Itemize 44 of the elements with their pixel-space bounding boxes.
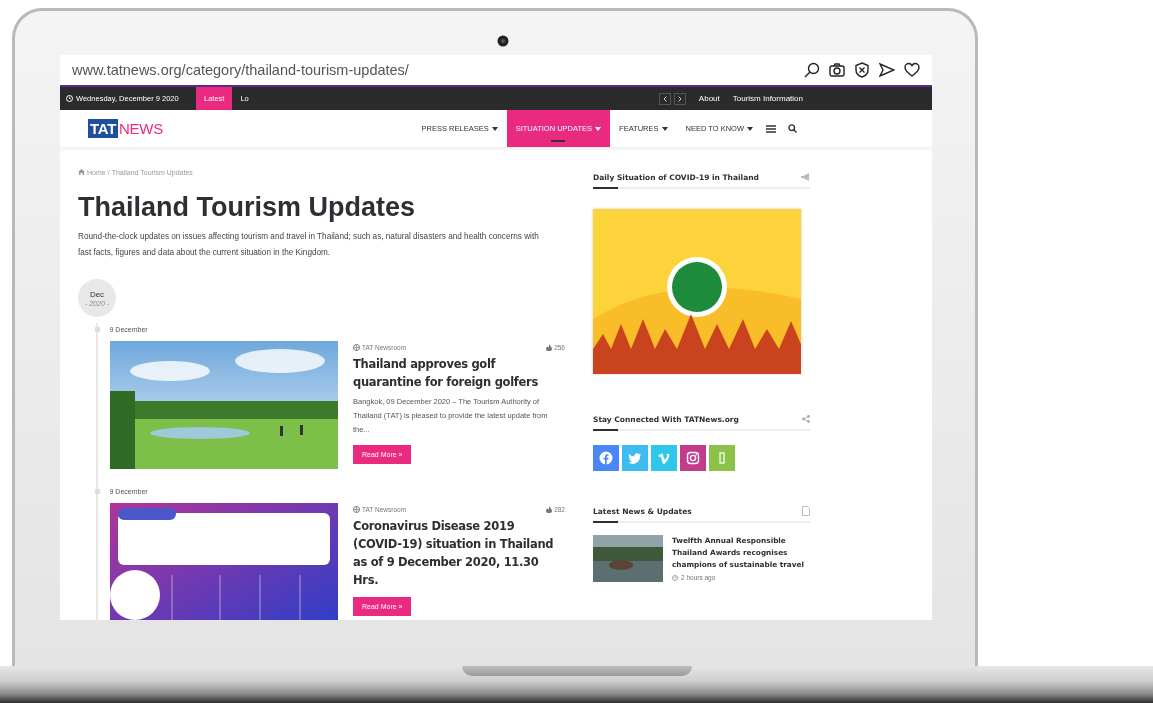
fire-icon: [546, 505, 553, 513]
social-button[interactable]: [680, 445, 706, 471]
send-icon[interactable]: [879, 62, 895, 78]
search-icon[interactable]: [804, 62, 820, 78]
f-logo-icon: [599, 451, 613, 465]
chevron-left-icon: [662, 95, 667, 102]
globe-icon: [353, 343, 360, 351]
social-button[interactable]: [593, 445, 619, 471]
url-text: www.tatnews.org/category/thailand-tourism-updates/: [72, 62, 410, 78]
river-photo: [593, 535, 663, 582]
globe-icon: [353, 505, 360, 513]
post-title[interactable]: Thailand approves golf quarantine for foreign golfers: [353, 355, 565, 391]
page-description: Round-the-clock updates on issues affecting tourism and travel in Thailand; such as, natural disasters and health concerns with fast facts, figures and data about the current situation in the Kingdom.: [78, 231, 540, 259]
webcam-icon: [497, 35, 509, 47]
document-icon: [802, 506, 810, 516]
camera-outline-icon: [686, 451, 700, 465]
post-title[interactable]: Coronavirus Disease 2019 (COVID-19) situation in Thailand as of 9 December 2020, 11.30 Hrs.: [353, 517, 565, 589]
top-link[interactable]: About: [698, 94, 720, 103]
page-title: Thailand Tourism Updates: [78, 191, 417, 223]
month-text: Dec: [89, 289, 105, 299]
caret-icon: [491, 126, 498, 131]
megaphone-icon: [801, 173, 810, 181]
bird-icon: [628, 451, 642, 465]
caret-icon: [595, 126, 602, 131]
share-icon: [802, 415, 810, 423]
camera-icon[interactable]: [829, 62, 845, 78]
caret-icon: [661, 126, 668, 131]
active-indicator: [551, 140, 566, 142]
logo-text: TAT: [88, 119, 119, 138]
menu-icon[interactable]: [766, 124, 776, 133]
fire-icon: [546, 343, 553, 351]
home-icon[interactable]: [78, 169, 85, 175]
shield-x-icon[interactable]: [854, 62, 870, 78]
next-button[interactable]: [673, 92, 686, 105]
previous-button[interactable]: [658, 92, 671, 105]
search-icon[interactable]: [788, 124, 797, 133]
v-logo-icon: [657, 451, 671, 465]
logo-text: NEWS: [118, 120, 163, 137]
caret-icon: [747, 126, 753, 131]
heart-icon[interactable]: [904, 62, 920, 78]
clock-icon: [66, 95, 73, 102]
chevron-right-icon: [677, 95, 682, 102]
clock-icon: [672, 574, 678, 581]
top-link[interactable]: Tourism Information: [732, 94, 803, 103]
